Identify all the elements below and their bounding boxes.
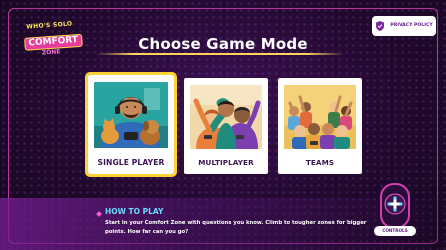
single-player-illustration <box>94 82 168 148</box>
how-to-play-title: HOW TO PLAY <box>105 207 164 216</box>
how-to-play-text: Start in your Comfort Zone with question… <box>105 220 367 235</box>
mode-card-single-player[interactable]: SINGLE PLAYER <box>85 72 177 177</box>
mode-label-multiplayer: MULTIPLAYER <box>198 158 254 167</box>
privacy-shield-icon <box>376 21 384 31</box>
multiplayer-illustration <box>190 85 262 149</box>
mode-label-single-player: SINGLE PLAYER <box>97 158 165 167</box>
page-title: Choose Game Mode <box>138 35 308 53</box>
privacy-policy-label: PRIVACY POLICY <box>390 23 433 29</box>
title-underline <box>96 53 344 55</box>
controls-button-label[interactable]: CONTROLS <box>374 226 416 236</box>
mode-label-teams: TEAMS <box>305 158 335 167</box>
teams-illustration <box>284 85 356 149</box>
mode-card-teams[interactable]: TEAMS <box>278 78 362 174</box>
privacy-policy-button[interactable]: PRIVACY POLICY <box>372 16 436 36</box>
mode-card-multiplayer[interactable]: MULTIPLAYER <box>184 78 268 174</box>
logo-line-1: WHO'S SOLO <box>26 20 73 31</box>
